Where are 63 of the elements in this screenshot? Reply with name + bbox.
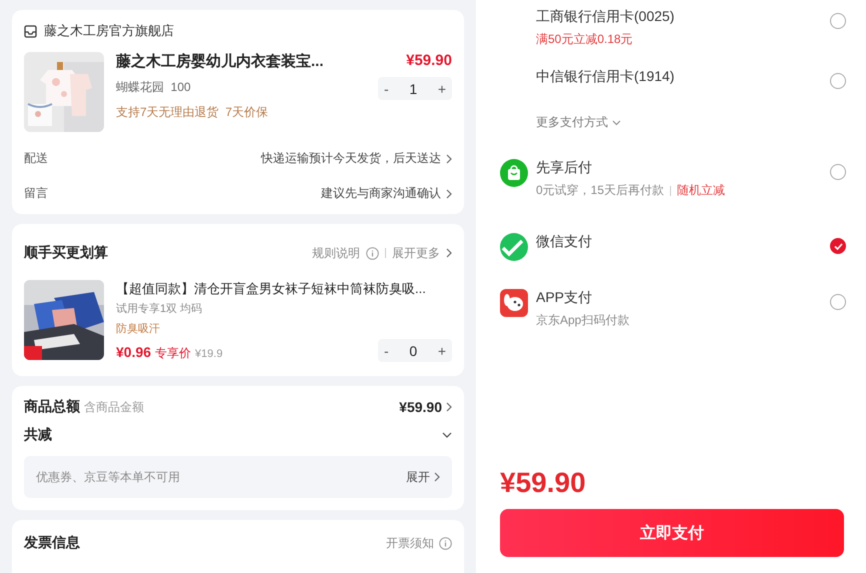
total-amount[interactable]: ¥59.90: [399, 399, 442, 415]
product-title[interactable]: 【超值同款】清仓开盲盒男女袜子短袜中筒袜防臭吸...: [116, 280, 452, 298]
row-label: 配送: [24, 150, 48, 167]
chevron-down-icon[interactable]: [442, 432, 452, 438]
product-price: ¥59.90: [406, 52, 452, 69]
row-value[interactable]: 建议先与商家沟通确认: [321, 185, 441, 202]
payment-method-name[interactable]: 先享后付: [536, 159, 822, 177]
promotion-text: 满50元立减0.18元: [536, 31, 633, 48]
total-price: ¥59.90: [500, 467, 587, 499]
info-icon: [439, 536, 452, 550]
radio-button[interactable]: [830, 73, 846, 89]
original-price: ¥19.9: [195, 348, 223, 360]
checkmark-logo-icon: [500, 233, 528, 261]
product-spec: 试用专享1双 均码: [116, 302, 204, 316]
invoice-notice-link[interactable]: 开票须知: [386, 534, 434, 552]
section-title: 顺手买更划算: [24, 244, 108, 262]
shopping-bag-icon: [500, 159, 528, 187]
product-spec: 蝴蝶花园 100: [116, 79, 192, 96]
chevron-down-icon: [612, 120, 621, 126]
plus-button[interactable]: +: [438, 342, 446, 358]
expand-button[interactable]: 展开: [406, 468, 440, 486]
radio-button[interactable]: [830, 13, 846, 29]
product-tag: 防臭吸汗: [116, 321, 452, 336]
payment-method-note: 京东App扫码付款: [536, 312, 630, 329]
store-name[interactable]: 藤之木工房官方旗舰店: [44, 22, 174, 40]
promotion-text: 随机立减: [677, 182, 726, 199]
pay-now-button[interactable]: 立即支付: [500, 509, 844, 557]
total-note: 含商品金额: [84, 399, 144, 416]
radio-button[interactable]: [830, 294, 846, 310]
more-payment-methods-link[interactable]: 更多支付方式: [536, 114, 621, 131]
quantity-value: 0: [409, 342, 418, 358]
chevron-right-icon: [446, 154, 452, 164]
service-text: 支持7天无理由退货 7天价保: [116, 104, 270, 121]
store-icon: [24, 24, 37, 38]
dog-logo-icon: [500, 289, 528, 317]
chevron-right-icon: [446, 402, 452, 412]
payment-method-note: 0元试穿，15天后再付款: [536, 182, 664, 199]
payment-method-name[interactable]: 工商银行信用卡(0025): [536, 8, 822, 26]
section-title: 发票信息: [24, 534, 80, 552]
radio-button[interactable]: [830, 164, 846, 180]
payment-method-name[interactable]: APP支付: [536, 289, 822, 307]
checkmark-icon: [834, 242, 842, 250]
info-icon: [366, 246, 379, 260]
rules-link[interactable]: 规则说明: [312, 244, 360, 262]
plus-button[interactable]: +: [438, 80, 446, 96]
row-value[interactable]: 快递运输预计今天发货，后天送达: [261, 150, 441, 167]
discount-label: 共减: [24, 426, 52, 444]
product-price: ¥0.96: [116, 344, 152, 360]
coupon-note: 优惠券、京豆等本单不可用: [36, 468, 180, 486]
payment-method-name[interactable]: 微信支付: [536, 233, 822, 251]
minus-button[interactable]: -: [384, 80, 389, 96]
minus-button[interactable]: -: [384, 342, 389, 358]
row-label: 留言: [24, 185, 48, 202]
payment-method-name[interactable]: 中信银行信用卡(1914): [536, 68, 822, 86]
quantity-value: 1: [409, 80, 418, 96]
show-more-link[interactable]: 展开更多: [392, 244, 440, 262]
chevron-right-icon: [446, 188, 452, 198]
price-label: 专享价: [155, 345, 192, 362]
product-title[interactable]: 藤之木工房婴幼儿内衣套装宝...: [116, 52, 366, 71]
chevron-right-icon: [446, 248, 452, 258]
total-label: 商品总额: [24, 398, 80, 416]
radio-button[interactable]: [830, 238, 846, 254]
chevron-right-icon: [434, 472, 440, 482]
